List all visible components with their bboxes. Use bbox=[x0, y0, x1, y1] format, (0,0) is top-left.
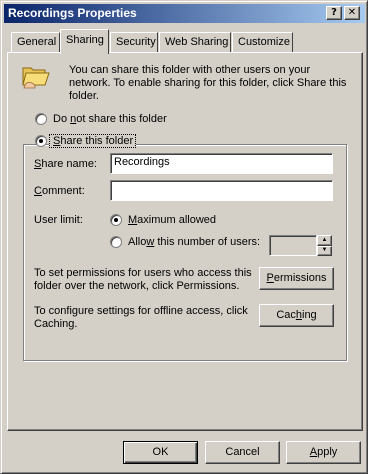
label-part: omment: bbox=[41, 185, 85, 197]
label-part: ermissions bbox=[273, 272, 327, 284]
do-not-share-label[interactable]: Do not share this folder bbox=[53, 113, 167, 125]
ok-button[interactable]: OK bbox=[123, 441, 198, 464]
tab-sharing[interactable]: Sharing bbox=[60, 29, 109, 54]
label-part: hare this folder bbox=[60, 135, 134, 147]
label-part: this number of users: bbox=[154, 236, 261, 248]
allow-number-label[interactable]: Allow this number of users: bbox=[128, 236, 260, 248]
comment-label: Comment: bbox=[34, 185, 85, 197]
shared-folder-icon bbox=[22, 67, 50, 89]
comment-input[interactable] bbox=[110, 180, 333, 201]
maximum-allowed-label[interactable]: Maximum allowed bbox=[128, 214, 216, 226]
spin-up-button[interactable]: ▲ bbox=[317, 235, 332, 246]
access-key: P bbox=[266, 272, 274, 284]
user-limit-label: User limit: bbox=[34, 214, 83, 226]
share-this-folder-radio[interactable] bbox=[35, 135, 47, 147]
label-part: aximum allowed bbox=[137, 214, 217, 226]
permissions-text-2: folder over the network, click Permissio… bbox=[34, 280, 240, 292]
share-this-folder-label[interactable]: Share this folder bbox=[49, 134, 137, 148]
tab-label: Security bbox=[116, 36, 156, 48]
do-not-share-radio[interactable] bbox=[35, 113, 47, 125]
close-button[interactable]: ✕ bbox=[344, 6, 360, 20]
label-part: ing bbox=[302, 309, 317, 321]
title-bar[interactable]: Recordings Properties ? ✕ bbox=[4, 4, 365, 23]
tab-label: General bbox=[17, 36, 57, 48]
label-part: Do bbox=[53, 113, 71, 125]
access-key: A bbox=[309, 446, 318, 458]
allow-number-radio[interactable] bbox=[110, 236, 122, 248]
info-line-2: network. To enable sharing for this fold… bbox=[69, 77, 347, 89]
label-part: pply bbox=[317, 446, 338, 458]
caching-text-2: Caching. bbox=[34, 318, 78, 330]
maximum-allowed-radio[interactable] bbox=[110, 214, 122, 226]
radio-dot bbox=[114, 218, 118, 222]
share-name-input[interactable]: Recordings bbox=[110, 153, 333, 174]
apply-button[interactable]: Apply bbox=[286, 441, 361, 464]
spin-down-icon: ▼ bbox=[321, 247, 328, 253]
tab-security[interactable]: Security bbox=[110, 32, 158, 52]
radio-dot bbox=[39, 139, 43, 143]
tab-web-sharing[interactable]: Web Sharing bbox=[159, 32, 231, 52]
properties-window: Recordings Properties ? ✕ General Sharin… bbox=[0, 0, 368, 474]
tab-general[interactable]: General bbox=[11, 32, 60, 52]
window-title: Recordings Properties bbox=[8, 6, 137, 20]
share-name-label: Share name: bbox=[34, 158, 97, 170]
permissions-button[interactable]: Permissions bbox=[259, 267, 334, 290]
tab-customize[interactable]: Customize bbox=[232, 32, 293, 52]
label-part: Cac bbox=[276, 309, 296, 321]
info-line-3: folder. bbox=[69, 90, 99, 102]
info-line-1: You can share this folder with other use… bbox=[69, 64, 311, 76]
caching-text-1: To configure settings for offline access… bbox=[34, 305, 248, 317]
spin-down-button[interactable]: ▼ bbox=[317, 246, 332, 256]
label-part: ot share this folder bbox=[76, 113, 167, 125]
permissions-text-1: To set permissions for users who access … bbox=[34, 267, 252, 279]
user-count-field[interactable] bbox=[269, 235, 317, 256]
access-key: C bbox=[34, 185, 42, 197]
label-part: hare name: bbox=[41, 158, 97, 170]
spin-up-icon: ▲ bbox=[321, 237, 328, 243]
cancel-button[interactable]: Cancel bbox=[205, 441, 280, 464]
label-part: Allo bbox=[128, 236, 147, 248]
tab-label: Customize bbox=[238, 36, 290, 48]
access-key: M bbox=[128, 214, 138, 226]
help-button[interactable]: ? bbox=[326, 6, 342, 20]
tab-label: Sharing bbox=[66, 34, 104, 46]
tab-label: Web Sharing bbox=[165, 36, 229, 48]
caching-button[interactable]: Caching bbox=[259, 304, 334, 327]
